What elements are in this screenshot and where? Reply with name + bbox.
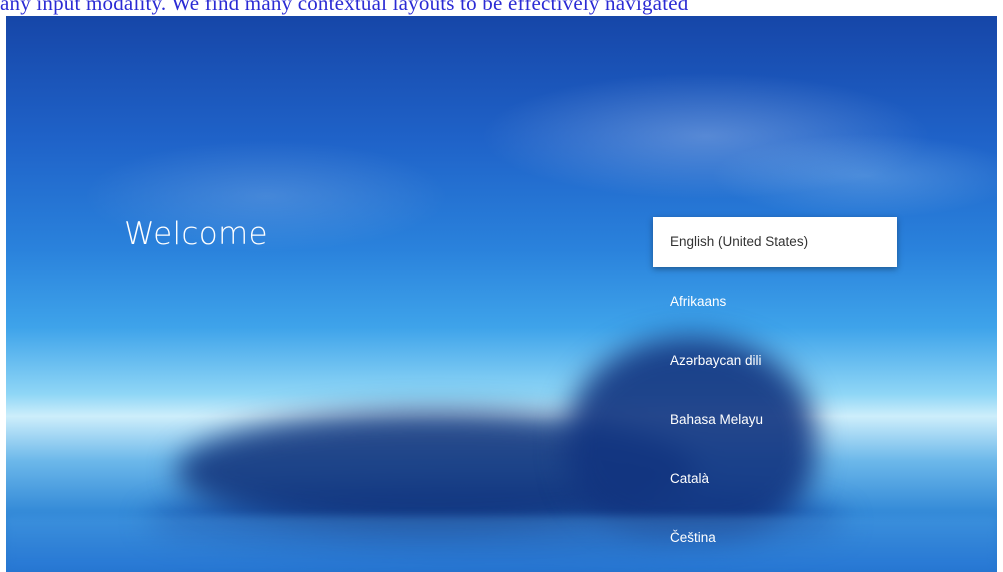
caption-text: any input modality. We find many context… xyxy=(0,0,689,15)
language-option-catalan[interactable]: Català xyxy=(653,454,897,513)
welcome-screen: Welcome English (United States) Afrikaan… xyxy=(6,16,997,572)
language-option-azerbaijani[interactable]: Azərbaycan dili xyxy=(653,336,897,395)
language-option-english-us[interactable]: English (United States) xyxy=(653,217,897,267)
language-list: English (United States) Afrikaans Azərba… xyxy=(653,217,897,572)
language-option-afrikaans[interactable]: Afrikaans xyxy=(653,277,897,336)
welcome-title: Welcome xyxy=(124,216,268,252)
language-option-czech[interactable]: Čeština xyxy=(653,513,897,572)
caption-strip: any input modality. We find many context… xyxy=(0,0,1003,16)
language-option-malay[interactable]: Bahasa Melayu xyxy=(653,395,897,454)
